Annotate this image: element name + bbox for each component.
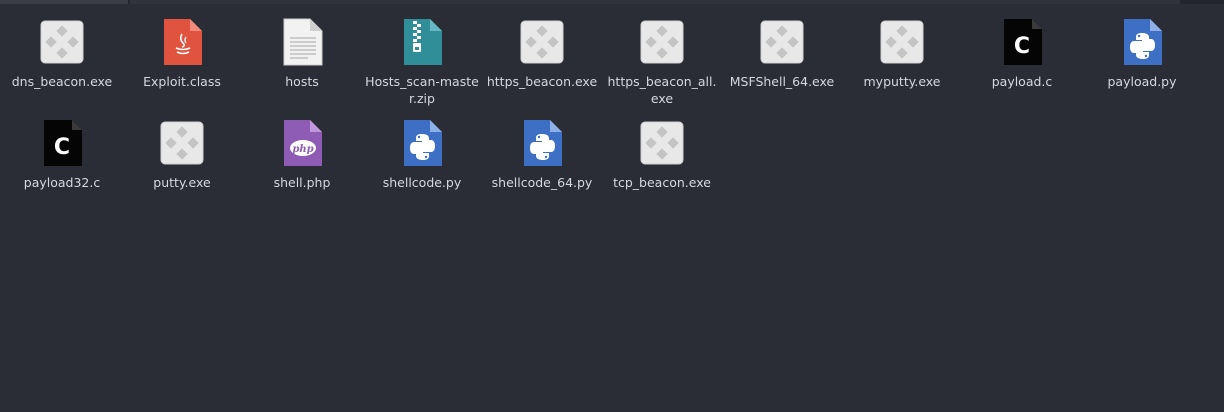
file-label: shellcode.py (382, 175, 462, 190)
exe-icon (520, 18, 564, 66)
python-file-icon (520, 119, 564, 167)
exe-icon (880, 18, 924, 66)
svg-text:C: C (54, 135, 70, 160)
c-source-icon: C (40, 119, 84, 167)
tab-strip-segment (130, 0, 1180, 4)
python-file-icon (400, 119, 444, 167)
exe-icon (640, 18, 684, 66)
file-label: https_beacon.exe (486, 74, 598, 89)
exe-icon (760, 18, 804, 66)
file-item-exploit-class[interactable]: Exploit.class (122, 12, 242, 113)
c-source-icon: C (1000, 18, 1044, 66)
file-label: shellcode_64.py (491, 175, 593, 190)
file-label: Hosts_scan-master.zip (365, 74, 479, 106)
file-item-https-beacon-exe[interactable]: https_beacon.exe (482, 12, 602, 113)
file-label: shell.php (273, 175, 331, 190)
zip-archive-icon (400, 18, 444, 66)
file-label: myputty.exe (863, 74, 941, 89)
file-label: payload.py (1107, 74, 1177, 89)
file-label: MSFShell_64.exe (729, 74, 835, 89)
file-item-shell-php[interactable]: php shell.php (242, 113, 362, 214)
text-file-icon (280, 18, 324, 66)
exe-icon (160, 119, 204, 167)
file-label: payload32.c (23, 175, 101, 190)
file-label: tcp_beacon.exe (613, 175, 711, 190)
file-item-payload32-c[interactable]: C payload32.c (2, 113, 122, 214)
exe-icon (40, 18, 84, 66)
file-label: hosts (285, 74, 319, 89)
file-item-dns-beacon-exe[interactable]: dns_beacon.exe (2, 12, 122, 113)
file-label: https_beacon_all.exe (607, 74, 717, 106)
file-item-putty-exe[interactable]: putty.exe (122, 113, 242, 214)
exe-icon (640, 119, 684, 167)
file-item-shellcode-py[interactable]: shellcode.py (362, 113, 482, 214)
file-icon-grid: dns_beacon.exe Exploit.class hosts Hosts… (2, 12, 1202, 214)
svg-text:C: C (1014, 34, 1030, 59)
file-item-hosts[interactable]: hosts (242, 12, 362, 113)
python-file-icon (1120, 18, 1164, 66)
file-label: putty.exe (153, 175, 211, 190)
java-class-icon (160, 18, 204, 66)
file-item-hosts-scan-master-zip[interactable]: Hosts_scan-master.zip (362, 12, 482, 113)
window-top-edge (0, 0, 1224, 4)
file-item-https-beacon-all-exe[interactable]: https_beacon_all.exe (602, 12, 722, 113)
file-item-payload-c[interactable]: C payload.c (962, 12, 1082, 113)
file-label: Exploit.class (143, 74, 221, 89)
file-item-shellcode-64-py[interactable]: shellcode_64.py (482, 113, 602, 214)
file-item-myputty-exe[interactable]: myputty.exe (842, 12, 962, 113)
tab-strip-segment (0, 0, 128, 4)
svg-text:php: php (292, 144, 313, 155)
file-item-tcp-beacon-exe[interactable]: tcp_beacon.exe (602, 113, 722, 214)
file-label: payload.c (991, 74, 1053, 89)
php-file-icon: php (280, 119, 324, 167)
file-item-payload-py[interactable]: payload.py (1082, 12, 1202, 113)
file-item-msfshell-64-exe[interactable]: MSFShell_64.exe (722, 12, 842, 113)
file-label: dns_beacon.exe (11, 74, 113, 89)
